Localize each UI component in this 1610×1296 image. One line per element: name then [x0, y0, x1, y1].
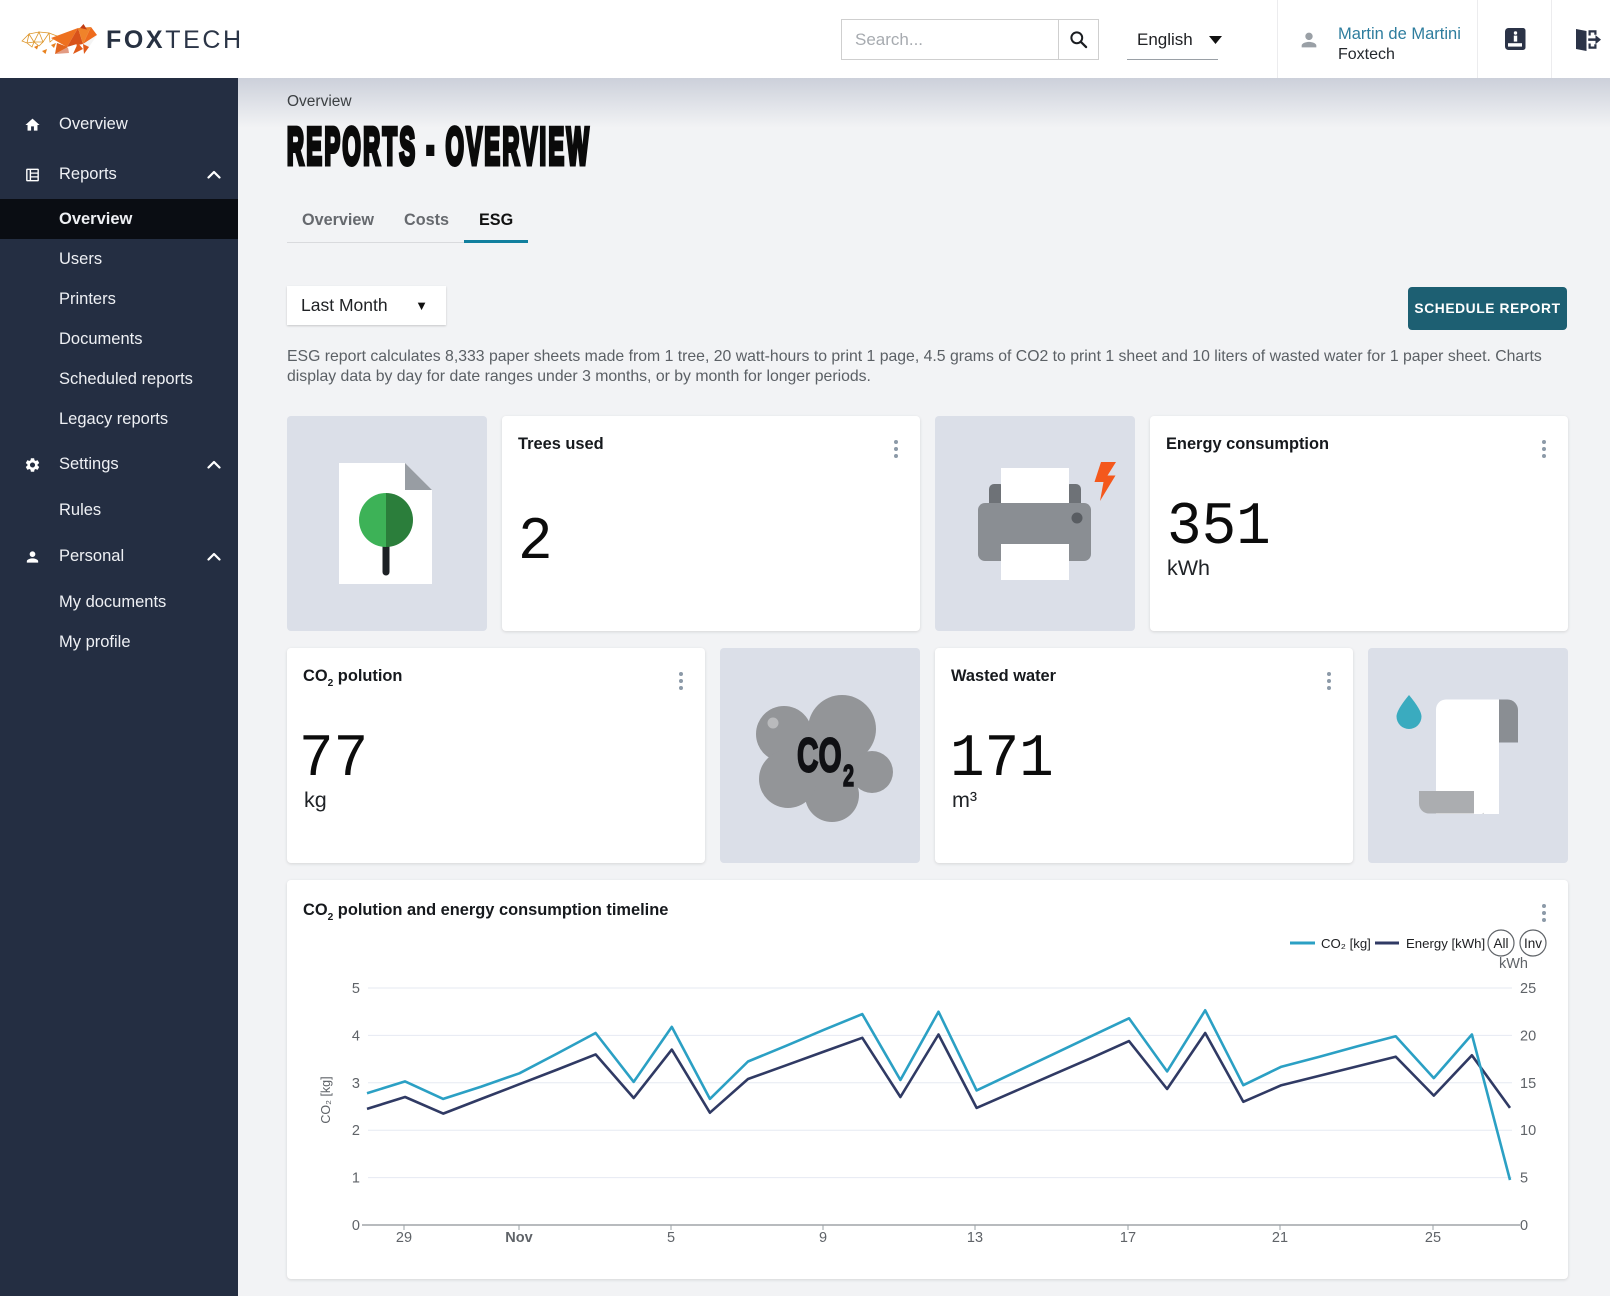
svg-text:kWh: kWh: [1499, 956, 1528, 972]
svg-text:20: 20: [1520, 1028, 1536, 1044]
svg-text:13: 13: [967, 1230, 983, 1246]
svg-text:10: 10: [1520, 1123, 1536, 1139]
svg-text:Nov: Nov: [505, 1230, 532, 1246]
svg-text:3: 3: [352, 1076, 360, 1092]
svg-text:2: 2: [352, 1123, 360, 1139]
svg-text:5: 5: [352, 981, 360, 997]
svg-text:2: 2: [843, 757, 854, 793]
svg-text:29: 29: [396, 1230, 412, 1246]
svg-text:1: 1: [352, 1171, 360, 1187]
svg-text:0: 0: [352, 1218, 360, 1234]
svg-text:17: 17: [1120, 1230, 1136, 1246]
svg-text:CO₂ [kg]: CO₂ [kg]: [319, 1076, 333, 1123]
svg-text:21: 21: [1272, 1230, 1288, 1246]
svg-text:0: 0: [1520, 1218, 1528, 1234]
svg-text:CO₂ [kg]: CO₂ [kg]: [1321, 936, 1371, 951]
svg-text:All: All: [1493, 936, 1508, 951]
svg-text:15: 15: [1520, 1076, 1536, 1092]
svg-text:25: 25: [1425, 1230, 1441, 1246]
svg-text:Inv: Inv: [1524, 936, 1542, 951]
svg-text:Energy [kWh]: Energy [kWh]: [1406, 936, 1485, 951]
svg-text:25: 25: [1520, 981, 1536, 997]
svg-text:CO: CO: [797, 729, 842, 782]
svg-text:5: 5: [667, 1230, 675, 1246]
svg-text:4: 4: [352, 1028, 360, 1044]
svg-text:5: 5: [1520, 1171, 1528, 1187]
svg-text:9: 9: [819, 1230, 827, 1246]
